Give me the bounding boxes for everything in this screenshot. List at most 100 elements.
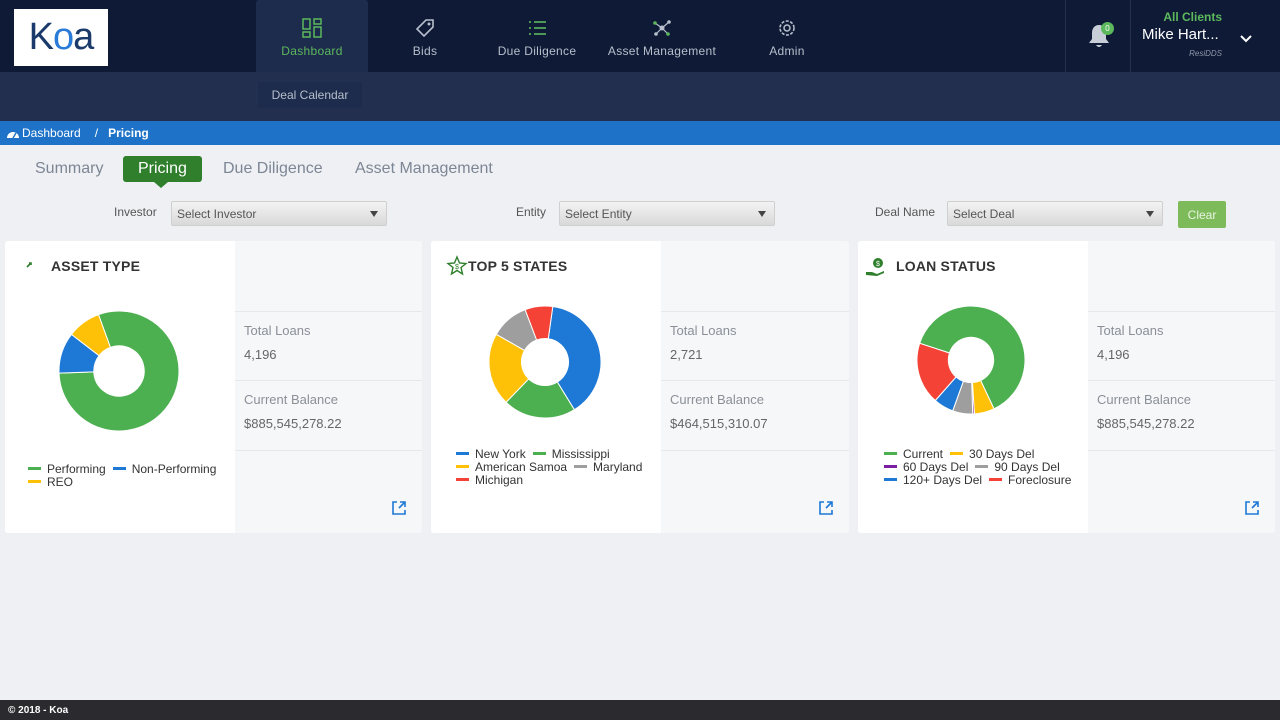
- current-balance-value: $464,515,310.07: [670, 416, 768, 431]
- nav-due-diligence-label: Due Diligence: [497, 44, 577, 58]
- breadcrumb-current: Pricing: [108, 126, 149, 140]
- nav-bids[interactable]: Bids: [380, 0, 470, 72]
- asset-type-donut[interactable]: [59, 311, 179, 431]
- card-chart-panel: $ TOP 5 STATES New York Mississippi Amer…: [431, 241, 661, 533]
- loan-status-card: $ LOAN STATUS Current 30 Days Del 60 Day…: [858, 241, 1275, 533]
- card-title: LOAN STATUS: [896, 258, 996, 274]
- nav-due-diligence[interactable]: Due Diligence: [487, 0, 587, 72]
- legend-row: New York Mississippi: [456, 447, 649, 461]
- deal-select[interactable]: Select Deal: [947, 201, 1163, 226]
- legend-swatch: [456, 465, 469, 468]
- legend-label: REO: [47, 474, 74, 489]
- current-balance-value: $885,545,278.22: [244, 416, 342, 431]
- legend-label: American Samoa: [475, 459, 568, 474]
- investor-select[interactable]: Select Investor: [171, 201, 387, 226]
- star-dollar-icon: $: [446, 255, 468, 276]
- tab-pricing[interactable]: Pricing: [123, 156, 202, 182]
- legend-swatch: [884, 452, 897, 455]
- tab-asset-management[interactable]: Asset Management: [355, 156, 493, 182]
- legend-item[interactable]: 30 Days Del: [950, 447, 1034, 461]
- loan-status-donut[interactable]: [917, 306, 1025, 414]
- breadcrumb: Dashboard / Pricing: [0, 121, 1280, 145]
- legend-item[interactable]: Performing: [28, 462, 106, 476]
- divider: [661, 380, 849, 381]
- card-chart-panel: $ LOAN STATUS Current 30 Days Del 60 Day…: [858, 241, 1088, 533]
- user-name[interactable]: Mike Hart...: [1142, 26, 1219, 43]
- legend-item[interactable]: New York: [456, 447, 526, 461]
- breadcrumb-separator: /: [94, 126, 99, 140]
- current-balance-label: Current Balance: [670, 392, 764, 407]
- external-link-icon[interactable]: [1243, 499, 1261, 517]
- money-hand-icon: $: [866, 258, 884, 276]
- legend-swatch: [456, 452, 469, 455]
- list-icon: [525, 16, 549, 40]
- legend-label: Performing: [47, 461, 106, 476]
- legend-label: 60 Days Del: [903, 459, 969, 474]
- legend-swatch: [884, 465, 897, 468]
- nav-admin-label: Admin: [769, 44, 805, 58]
- legend-label: Maryland: [593, 459, 643, 474]
- clear-button[interactable]: Clear: [1178, 201, 1226, 228]
- nav-asset-management[interactable]: Asset Management: [602, 0, 722, 72]
- legend-swatch: [950, 452, 964, 455]
- tag-icon: [413, 16, 437, 40]
- tab-due-diligence[interactable]: Due Diligence: [223, 156, 323, 182]
- legend-item[interactable]: 90 Days Del: [975, 459, 1060, 474]
- legend-row: Performing Non-Performing: [28, 461, 223, 476]
- legend-item[interactable]: Current: [884, 447, 943, 461]
- legend-swatch: [28, 480, 41, 483]
- arrow-up-right-icon: [26, 262, 32, 268]
- koa-logo[interactable]: Koa: [14, 9, 108, 66]
- entity-select[interactable]: Select Entity: [559, 201, 775, 226]
- breadcrumb-home[interactable]: Dashboard: [22, 126, 81, 140]
- dropdown-arrow-icon: [370, 211, 378, 217]
- legend-label: Foreclosure: [1008, 472, 1072, 487]
- legend-swatch: [989, 478, 1003, 481]
- legend-item[interactable]: REO: [28, 475, 73, 489]
- svg-text:$: $: [876, 261, 880, 268]
- client-selector-label[interactable]: All Clients: [1142, 10, 1222, 24]
- legend-swatch: [574, 465, 588, 468]
- nav-asset-management-label: Asset Management: [607, 44, 717, 58]
- tab-summary[interactable]: Summary: [35, 156, 103, 182]
- subnav-deal-calendar[interactable]: Deal Calendar: [258, 82, 362, 108]
- legend-item[interactable]: Maryland: [574, 460, 642, 474]
- investor-label: Investor: [114, 205, 157, 219]
- total-loans-value: 2,721: [670, 347, 703, 362]
- dashboard-grid-icon: [300, 16, 324, 40]
- legend-label: Non-Performing: [131, 461, 217, 476]
- nav-dashboard[interactable]: Dashboard: [256, 0, 368, 72]
- divider: [1088, 380, 1275, 381]
- chevron-down-icon[interactable]: [1238, 31, 1254, 47]
- legend-item[interactable]: American Samoa: [456, 460, 567, 474]
- card-title: TOP 5 STATES: [468, 258, 568, 274]
- divider: [235, 380, 422, 381]
- gear-icon: [775, 16, 799, 40]
- legend-swatch: [532, 452, 546, 455]
- legend-swatch: [112, 467, 126, 470]
- legend-item[interactable]: Michigan: [456, 473, 523, 487]
- sub-navbar: [0, 72, 1280, 121]
- legend-label: 30 Days Del: [969, 446, 1035, 461]
- legend-label: 90 Days Del: [994, 459, 1060, 474]
- legend-item[interactable]: 60 Days Del: [884, 460, 968, 474]
- top-states-donut[interactable]: [489, 306, 601, 418]
- legend-row: Current 30 Days Del: [884, 447, 1078, 461]
- external-link-icon[interactable]: [390, 499, 408, 517]
- user-org: ResiDDS: [1189, 49, 1222, 58]
- divider: [661, 450, 849, 451]
- legend-label: Current: [903, 446, 944, 461]
- nav-dashboard-label: Dashboard: [281, 44, 343, 58]
- divider: [235, 450, 422, 451]
- total-loans-value: 4,196: [244, 347, 277, 362]
- footer: © 2018 - Koa: [0, 700, 1280, 720]
- legend-item[interactable]: 120+ Days Del: [884, 473, 982, 487]
- nav-admin[interactable]: Admin: [752, 0, 822, 72]
- svg-text:$: $: [455, 264, 459, 271]
- network-icon: [650, 16, 674, 40]
- legend-item[interactable]: Foreclosure: [989, 473, 1071, 487]
- entity-select-value: Select Entity: [565, 206, 632, 221]
- legend-item[interactable]: Mississippi: [532, 447, 610, 461]
- external-link-icon[interactable]: [817, 499, 835, 517]
- legend-item[interactable]: Non-Performing: [112, 461, 217, 476]
